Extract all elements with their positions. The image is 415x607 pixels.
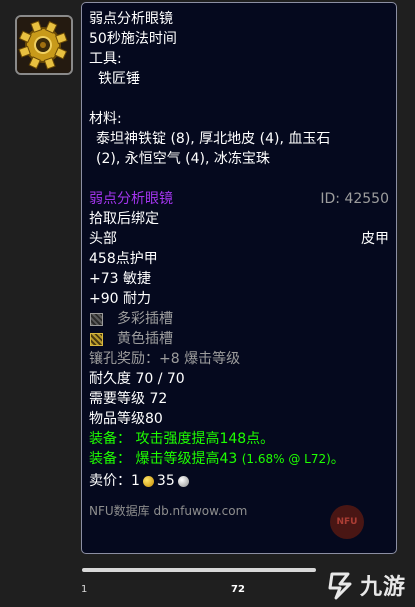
sell-price-label: 卖价：1	[89, 473, 140, 489]
horizontal-scrollbar[interactable]	[82, 568, 316, 572]
agility-stat: +73 敏捷	[89, 271, 151, 287]
cast-time: 50秒施法时间	[89, 31, 177, 47]
durability: 耐久度 70 / 70	[89, 371, 185, 387]
item-header-row: 弱点分析眼镜 ID: 42550	[89, 189, 389, 209]
socket-prismatic-label: 多彩插槽	[117, 311, 173, 327]
materials-label: 材料:	[89, 111, 122, 127]
item-name-link[interactable]: 弱点分析眼镜	[89, 189, 173, 209]
equip-effect-1: 装备： 攻击强度提高148点。	[89, 431, 275, 447]
item-icon-frame[interactable]	[15, 15, 73, 75]
tool-name: 铁匠锤	[98, 71, 140, 87]
gear-goggles-icon	[17, 17, 71, 73]
item-level: 物品等级80	[89, 411, 163, 427]
item-id: ID: 42550	[320, 191, 389, 207]
ninegame-logo-icon	[328, 572, 352, 600]
equip-effect-2-end: 。	[330, 451, 345, 467]
socket-yellow-label: 黄色插槽	[117, 331, 173, 347]
watermark-text: 九游	[360, 575, 407, 600]
socket-prismatic: 多彩插槽	[89, 309, 389, 329]
ninegame-watermark: 九游	[326, 568, 406, 602]
page-number-left: 1	[81, 584, 88, 595]
materials-line-2: (2), 永恒空气 (4), 冰冻宝珠	[96, 151, 270, 167]
slot-row: 头部 皮甲	[89, 229, 389, 249]
slot-name: 头部	[89, 231, 117, 247]
page-number-right: 72	[231, 584, 245, 595]
item-tooltip: 弱点分析眼镜 50秒施法时间 工具: 铁匠锤 材料: 泰坦神铁锭 (8), 厚北…	[81, 2, 397, 554]
socket-bonus: 镶孔奖励：+8 爆击等级	[89, 351, 241, 367]
yellow-socket-icon	[90, 332, 103, 346]
equip-effect-2: 装备： 爆击等级提高43 (1.68% @ L72)。	[89, 449, 389, 469]
socket-yellow: 黄色插槽	[89, 329, 389, 349]
prismatic-socket-icon	[90, 312, 103, 326]
materials-line-1: 泰坦神铁锭 (8), 厚北地皮 (4), 血玉石	[96, 131, 331, 147]
armor-value: 458点护甲	[89, 251, 158, 267]
nfu-logo: NFU	[330, 505, 364, 539]
required-level: 需要等级 72	[89, 391, 168, 407]
stamina-stat: +90 耐力	[89, 291, 151, 307]
sell-price: 卖价：1 35	[89, 469, 389, 493]
silver-coin-icon	[177, 475, 189, 487]
bind-type: 拾取后绑定	[89, 211, 159, 227]
armor-type: 皮甲	[361, 231, 389, 247]
recipe-item-name[interactable]: 弱点分析眼镜	[89, 9, 389, 29]
sell-price-silver: 35	[156, 473, 175, 489]
equip-effect-2-main: 装备： 爆击等级提高43	[89, 451, 238, 467]
tools-label: 工具:	[89, 51, 122, 67]
gold-coin-icon	[142, 475, 154, 487]
equip-effect-2-rating: (1.68% @ L72)	[241, 452, 331, 466]
